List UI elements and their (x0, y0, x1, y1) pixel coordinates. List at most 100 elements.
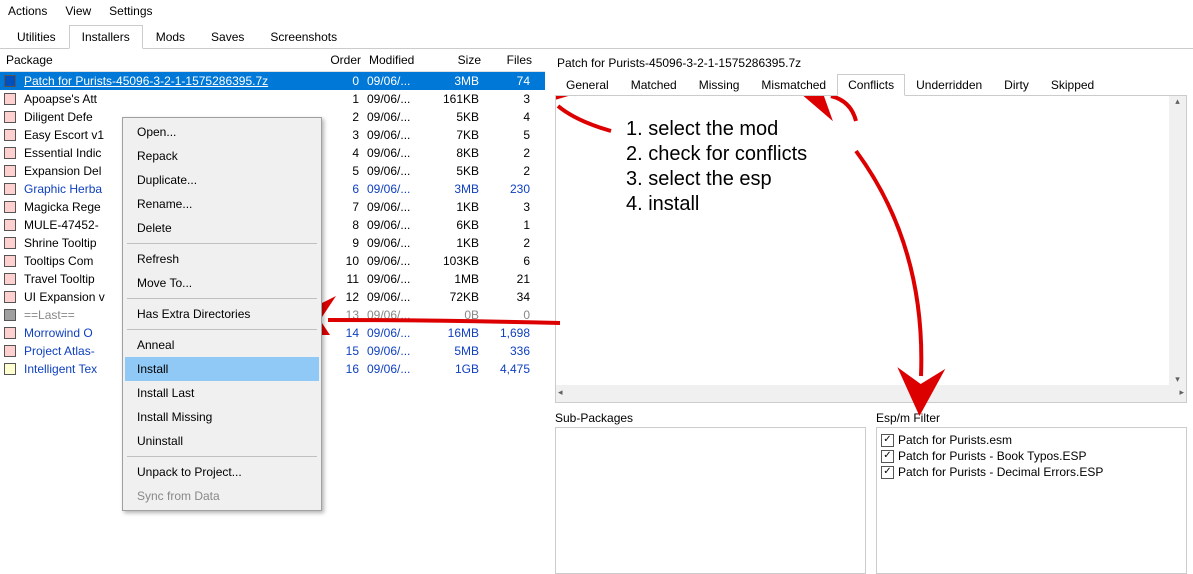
package-files: 6 (483, 254, 538, 268)
detail-tab-mismatched[interactable]: Mismatched (750, 74, 837, 96)
espm-label: Patch for Purists.esm (898, 433, 1012, 447)
status-badge (4, 129, 16, 141)
package-files: 4 (483, 110, 538, 124)
package-order: 4 (323, 146, 363, 160)
package-files: 230 (483, 182, 538, 196)
package-size: 0B (428, 308, 483, 322)
detail-tab-conflicts[interactable]: Conflicts (837, 74, 905, 96)
detail-tab-skipped[interactable]: Skipped (1040, 74, 1105, 96)
package-size: 72KB (428, 290, 483, 304)
menu-view[interactable]: View (65, 4, 91, 18)
menu-item-repack[interactable]: Repack (125, 144, 319, 168)
sub-packages-box[interactable] (555, 427, 866, 574)
package-size: 6KB (428, 218, 483, 232)
package-order: 8 (323, 218, 363, 232)
table-row[interactable]: Patch for Purists-45096-3-2-1-1575286395… (0, 72, 545, 90)
tab-utilities[interactable]: Utilities (4, 25, 69, 49)
package-order: 7 (323, 200, 363, 214)
espm-item[interactable]: ✓Patch for Purists - Decimal Errors.ESP (881, 464, 1182, 480)
package-files: 3 (483, 92, 538, 106)
package-size: 1GB (428, 362, 483, 376)
menu-item-open[interactable]: Open... (125, 120, 319, 144)
package-modified: 09/06/... (363, 326, 428, 340)
detail-tab-missing[interactable]: Missing (688, 74, 751, 96)
context-menu: Open...RepackDuplicate...Rename...Delete… (122, 117, 322, 511)
menubar: Actions View Settings (0, 0, 1193, 22)
package-files: 3 (483, 200, 538, 214)
package-order: 2 (323, 110, 363, 124)
package-order: 6 (323, 182, 363, 196)
col-size[interactable]: Size (430, 51, 485, 69)
table-row[interactable]: Apoapse's Att109/06/...161KB3 (0, 90, 545, 108)
menu-item-install-last[interactable]: Install Last (125, 381, 319, 405)
scrollbar-vertical[interactable] (1169, 96, 1186, 385)
menu-item-unpack-to-project[interactable]: Unpack to Project... (125, 460, 319, 484)
package-modified: 09/06/... (363, 200, 428, 214)
package-size: 3MB (428, 182, 483, 196)
menu-item-move-to[interactable]: Move To... (125, 271, 319, 295)
menu-item-uninstall[interactable]: Uninstall (125, 429, 319, 453)
conflicts-content: 1. select the mod2. check for conflicts3… (555, 96, 1187, 403)
espm-label: Patch for Purists - Book Typos.ESP (898, 449, 1087, 463)
main-tabbar: UtilitiesInstallersModsSavesScreenshots (0, 24, 1193, 49)
package-pane: Package Order Modified Size Files Patch … (0, 49, 545, 574)
scrollbar-horizontal[interactable] (556, 385, 1186, 402)
col-files[interactable]: Files (485, 51, 540, 69)
package-order: 9 (323, 236, 363, 250)
package-modified: 09/06/... (363, 146, 428, 160)
menu-actions[interactable]: Actions (8, 4, 47, 18)
package-files: 336 (483, 344, 538, 358)
package-modified: 09/06/... (363, 74, 428, 88)
status-badge (4, 93, 16, 105)
detail-tab-matched[interactable]: Matched (620, 74, 688, 96)
tab-screenshots[interactable]: Screenshots (257, 25, 350, 49)
menu-item-duplicate[interactable]: Duplicate... (125, 168, 319, 192)
package-files: 1,698 (483, 326, 538, 340)
tab-saves[interactable]: Saves (198, 25, 257, 49)
package-files: 5 (483, 128, 538, 142)
menu-item-anneal[interactable]: Anneal (125, 333, 319, 357)
package-order: 10 (323, 254, 363, 268)
col-order[interactable]: Order (325, 51, 365, 69)
package-size: 3MB (428, 74, 483, 88)
status-badge (4, 147, 16, 159)
package-modified: 09/06/... (363, 128, 428, 142)
status-badge (4, 183, 16, 195)
package-size: 1KB (428, 236, 483, 250)
detail-tab-dirty[interactable]: Dirty (993, 74, 1040, 96)
checkbox-icon[interactable]: ✓ (881, 434, 894, 447)
package-files: 4,475 (483, 362, 538, 376)
menu-item-refresh[interactable]: Refresh (125, 247, 319, 271)
detail-tab-underridden[interactable]: Underridden (905, 74, 993, 96)
col-package[interactable]: Package (0, 51, 325, 69)
espm-item[interactable]: ✓ Patch for Purists.esm (881, 432, 1182, 448)
menu-settings[interactable]: Settings (109, 4, 152, 18)
tab-installers[interactable]: Installers (69, 25, 143, 49)
package-files: 34 (483, 290, 538, 304)
package-files: 74 (483, 74, 538, 88)
menu-item-has-extra-directories[interactable]: Has Extra Directories (125, 302, 319, 326)
package-size: 8KB (428, 146, 483, 160)
espm-item[interactable]: ✓ Patch for Purists - Book Typos.ESP (881, 448, 1182, 464)
package-order: 0 (323, 74, 363, 88)
package-size: 5MB (428, 344, 483, 358)
menu-separator (127, 298, 317, 299)
menu-item-install[interactable]: Install (125, 357, 319, 381)
tab-mods[interactable]: Mods (143, 25, 198, 49)
menu-item-install-missing[interactable]: Install Missing (125, 405, 319, 429)
col-modified[interactable]: Modified (365, 51, 430, 69)
sub-packages-title: Sub-Packages (555, 409, 866, 427)
checkbox-icon[interactable]: ✓ (881, 466, 894, 479)
menu-item-rename[interactable]: Rename... (125, 192, 319, 216)
checkbox-icon[interactable]: ✓ (881, 450, 894, 463)
annotation-instructions: 1. select the mod2. check for conflicts3… (626, 116, 807, 218)
status-badge (4, 237, 16, 249)
package-modified: 09/06/... (363, 182, 428, 196)
status-badge (4, 255, 16, 267)
annotation-text: 4. install (626, 193, 807, 216)
package-order: 15 (323, 344, 363, 358)
menu-item-delete[interactable]: Delete (125, 216, 319, 240)
detail-tab-general[interactable]: General (555, 74, 620, 96)
package-size: 103KB (428, 254, 483, 268)
status-badge (4, 165, 16, 177)
